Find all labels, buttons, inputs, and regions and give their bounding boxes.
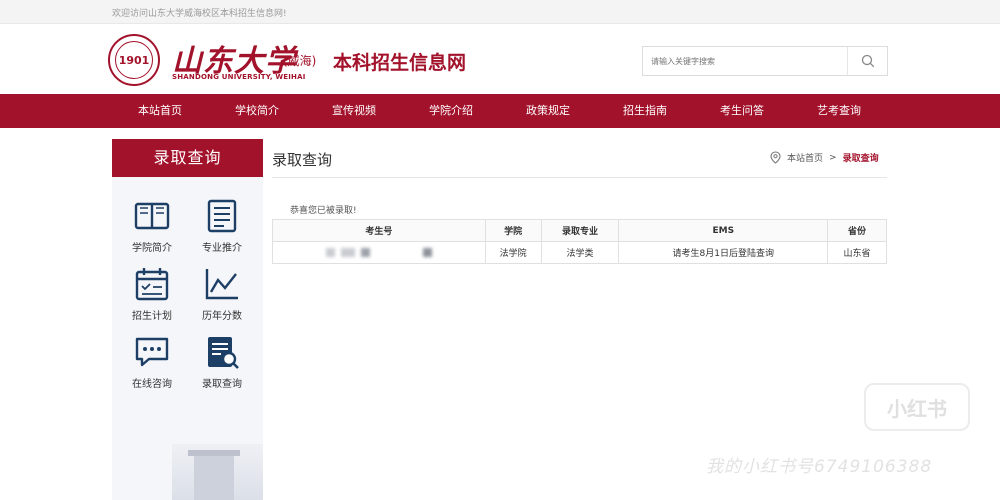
cell-ems: 请考生8月1日后登陆查询 <box>618 241 829 264</box>
xiaohongshu-watermark-id: 我的小红书号6749106388 <box>706 457 933 477</box>
cell-major: 法学类 <box>540 241 620 264</box>
calendar-icon <box>132 265 172 303</box>
nav-item-school-intro[interactable]: 学校简介 <box>212 94 302 128</box>
xiaohongshu-watermark-logo: 小红书 <box>864 383 970 431</box>
sidebar-item-label: 录取查询 <box>202 379 242 390</box>
sidebar-item-admission-query[interactable]: 录取查询 <box>192 333 252 390</box>
sidebar-item-past-scores[interactable]: 历年分数 <box>192 265 252 322</box>
sidebar-item-label: 招生计划 <box>132 311 172 322</box>
sidebar-item-label: 专业推介 <box>202 243 242 254</box>
page-title: 录取查询 <box>272 151 333 169</box>
nav-item-faq[interactable]: 考生问答 <box>697 94 787 128</box>
campus-building-image <box>172 444 263 500</box>
search-box <box>642 46 888 76</box>
sidebar-item-label: 学院简介 <box>132 243 172 254</box>
cell-college: 法学院 <box>484 241 542 264</box>
congrats-message: 恭喜您已被录取! <box>290 206 357 216</box>
search-button[interactable] <box>847 47 887 75</box>
university-name-en: SHANDONG UNIVERSITY, WEIHAI <box>172 73 306 81</box>
sidebar: 录取查询 学院简介 专业推介 招生计划 历年分数 在线咨询 录取查询 <box>112 139 263 500</box>
sidebar-item-online-consult[interactable]: 在线咨询 <box>122 333 182 390</box>
breadcrumb-home[interactable]: 本站首页 <box>787 151 823 164</box>
column-header-province: 省份 <box>827 219 887 242</box>
nav-item-admission-guide[interactable]: 招生指南 <box>600 94 690 128</box>
table-header-row: 考生号 学院 录取专业 EMS 省份 <box>272 219 887 242</box>
sidebar-item-college-intro[interactable]: 学院简介 <box>122 197 182 254</box>
breadcrumb-separator: > <box>829 152 837 163</box>
chat-icon <box>132 333 172 371</box>
column-header-major: 录取专业 <box>540 219 620 242</box>
sidebar-item-major-recommend[interactable]: 专业推介 <box>192 197 252 254</box>
nav-item-home[interactable]: 本站首页 <box>115 94 205 128</box>
header: 1901 山东大学 (威海) SHANDONG UNIVERSITY, WEIH… <box>0 24 1000 94</box>
seal-year: 1901 <box>115 41 153 79</box>
book-icon <box>132 197 172 235</box>
nav-item-colleges[interactable]: 学院介绍 <box>406 94 496 128</box>
trend-chart-icon <box>202 265 242 303</box>
nav-item-policies[interactable]: 政策规定 <box>503 94 593 128</box>
column-header-ems: EMS <box>618 219 829 242</box>
admission-result-table: 考生号 学院 录取专业 EMS 省份 法学院 法学类 请考生8月1日后登陆查询 … <box>272 219 887 264</box>
campus-name: (威海) <box>283 54 317 68</box>
search-input[interactable] <box>643 47 848 75</box>
title-divider <box>272 177 887 178</box>
site-title: 本科招生信息网 <box>333 52 467 74</box>
search-doc-icon <box>202 333 242 371</box>
welcome-text: 欢迎访问山东大学威海校区本科招生信息网! <box>112 9 287 19</box>
sidebar-item-label: 历年分数 <box>202 311 242 322</box>
nav-item-promo-video[interactable]: 宣传视频 <box>309 94 399 128</box>
university-seal-logo[interactable]: 1901 <box>108 34 160 86</box>
location-pin-icon <box>770 151 781 164</box>
sidebar-item-enroll-plan[interactable]: 招生计划 <box>122 265 182 322</box>
cell-province: 山东省 <box>827 241 887 264</box>
table-row: 法学院 法学类 请考生8月1日后登陆查询 山东省 <box>272 241 887 264</box>
sidebar-heading: 录取查询 <box>112 139 263 177</box>
column-header-exam-no: 考生号 <box>272 219 486 242</box>
nav-item-art-exam[interactable]: 艺考查询 <box>794 94 884 128</box>
breadcrumb-current: 录取查询 <box>842 154 879 164</box>
column-header-college: 学院 <box>484 219 542 242</box>
document-icon <box>202 197 242 235</box>
search-icon <box>861 54 874 68</box>
main-nav: 本站首页 学校简介 宣传视频 学院介绍 政策规定 招生指南 考生问答 艺考查询 <box>0 94 1000 128</box>
cell-exam-no-redacted <box>272 241 486 264</box>
sidebar-item-label: 在线咨询 <box>132 379 172 390</box>
breadcrumb: 本站首页 > 录取查询 <box>770 151 879 164</box>
top-bar: 欢迎访问山东大学威海校区本科招生信息网! <box>0 0 1000 24</box>
